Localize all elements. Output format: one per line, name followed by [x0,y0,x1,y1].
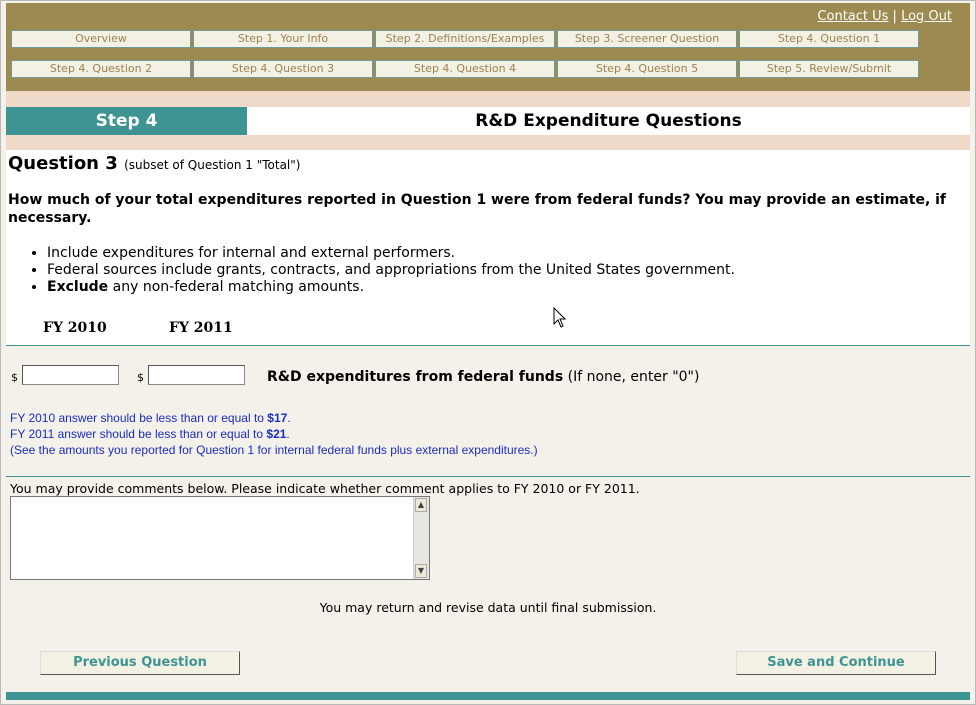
nav-step4-question2[interactable]: Step 4. Question 2 [11,60,191,78]
comments-textarea[interactable]: ▲ ▼ [10,496,430,580]
nav-step4-question3[interactable]: Step 4. Question 3 [193,60,373,78]
hint-reference: (See the amounts you reported for Questi… [10,443,538,457]
nav-step3-screener[interactable]: Step 3. Screener Question [557,30,737,48]
nav-step2-definitions[interactable]: Step 2. Definitions/Examples [375,30,555,48]
mouse-cursor-icon [553,307,567,328]
question-subtitle: (subset of Question 1 "Total") [124,158,301,172]
nav-step1-your-info[interactable]: Step 1. Your Info [193,30,373,48]
instruction-list: Include expenditures for internal and ex… [30,245,735,296]
instruction-item: Include expenditures for internal and ex… [47,245,735,262]
question-text: How much of your total expenditures repo… [8,192,947,226]
top-links: Contact Us | Log Out [817,9,952,24]
instruction-item: Federal sources include grants, contract… [47,262,735,279]
hint-max-value: $17 [267,411,288,425]
top-header: Contact Us | Log Out Overview Step 1. Yo… [6,3,970,91]
instruction-item: Exclude any non-federal matching amounts… [47,279,735,296]
hint-text: FY 2011 answer should be less than or eq… [10,427,267,441]
nav-step4-question5[interactable]: Step 4. Question 5 [557,60,737,78]
log-out-link[interactable]: Log Out [901,9,952,24]
question-number: Question 3 [8,153,118,174]
comments-label: You may provide comments below. Please i… [10,481,640,496]
hint-fy2010: FY 2010 answer should be less than or eq… [10,410,538,426]
divider-line [6,476,970,477]
divider-band [6,91,970,107]
hint-end: . [286,427,290,441]
hint-max-value: $21 [266,427,287,441]
divider-line [6,345,970,346]
revise-note: You may return and revise data until fin… [319,600,657,615]
nav-overview[interactable]: Overview [11,30,191,48]
hint-fy2011: FY 2011 answer should be less than or eq… [10,426,538,442]
contact-us-link[interactable]: Contact Us [817,9,888,24]
hint-text: FY 2010 answer should be less than or eq… [10,411,268,425]
currency-symbol-fy2011: $ [137,371,144,384]
fy2011-heading: FY 2011 [169,320,233,336]
question-title: Question 3 (subset of Question 1 "Total"… [8,153,300,174]
save-and-continue-button[interactable]: Save and Continue [736,651,936,675]
exclude-keyword: Exclude [47,279,109,295]
fy2010-amount-input[interactable] [22,365,119,385]
nav-step4-question1[interactable]: Step 4. Question 1 [739,30,919,48]
scroll-down-arrow-icon[interactable]: ▼ [415,564,427,578]
fy2011-amount-input[interactable] [148,365,245,385]
amount-label-hint: (If none, enter "0") [563,369,700,385]
link-separator: | [888,9,902,24]
previous-question-button[interactable]: Previous Question [40,651,240,675]
comments-scrollbar[interactable]: ▲ ▼ [413,497,429,579]
step-header: Step 4 R&D Expenditure Questions [6,107,970,135]
footer-bar [6,692,970,700]
validation-hints: FY 2010 answer should be less than or eq… [10,410,538,458]
fy2010-heading: FY 2010 [43,320,107,336]
instruction-item-text: any non-federal matching amounts. [108,279,365,295]
page-title: R&D Expenditure Questions [475,111,742,131]
amount-input-label: R&D expenditures from federal funds (If … [267,369,699,385]
nav-step4-question4[interactable]: Step 4. Question 4 [375,60,555,78]
hint-end: . [287,411,291,425]
scroll-up-arrow-icon[interactable]: ▲ [415,498,427,512]
amount-label-bold: R&D expenditures from federal funds [267,369,564,385]
nav-step5-review[interactable]: Step 5. Review/Submit [739,60,919,78]
step-tag: Step 4 [6,107,247,135]
currency-symbol-fy2010: $ [11,371,18,384]
divider-band-lower [6,135,970,150]
